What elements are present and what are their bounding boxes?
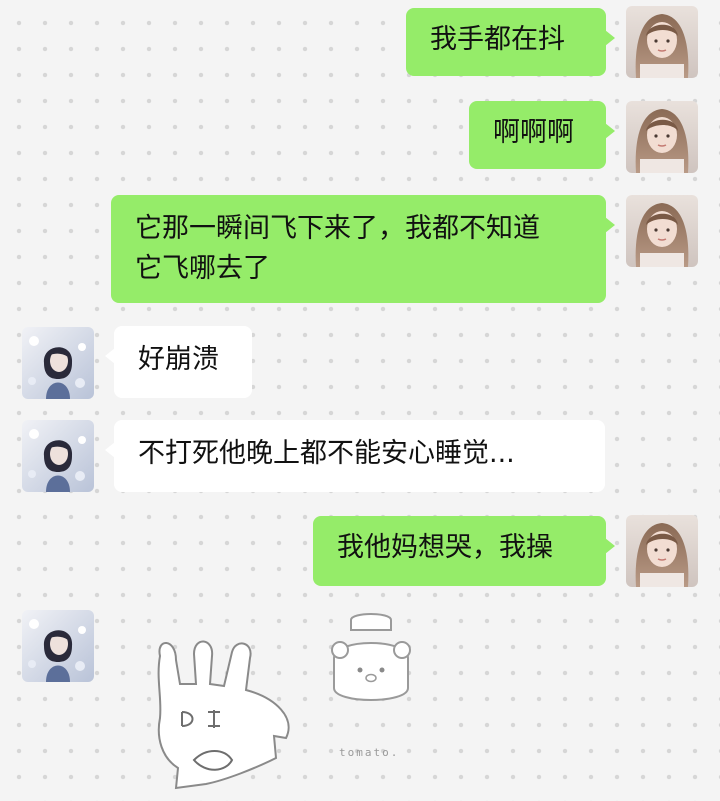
anime-character-avatar-icon	[22, 327, 94, 399]
my-avatar[interactable]	[626, 6, 698, 78]
message-bubble-outgoing[interactable]: 它那一瞬间飞下来了，我都不知道 它飞哪去了	[111, 195, 615, 303]
message-bubble-incoming[interactable]: 好崩溃	[105, 326, 252, 398]
girl-photo-avatar-icon	[626, 6, 698, 78]
my-avatar[interactable]	[626, 515, 698, 587]
message-text-line: 它那一瞬间飞下来了，我都不知道	[135, 213, 540, 244]
girl-photo-avatar-icon	[626, 101, 698, 173]
sticker-caption: tomato.	[339, 746, 400, 759]
message-text: 啊啊啊	[493, 117, 574, 148]
my-avatar[interactable]	[626, 195, 698, 267]
rabbit-and-bear-sticker-icon[interactable]	[136, 608, 436, 798]
girl-photo-avatar-icon	[626, 515, 698, 587]
message-text: 我他妈想哭，我操	[337, 532, 553, 563]
contact-avatar[interactable]	[22, 420, 94, 492]
anime-character-avatar-icon	[22, 420, 94, 492]
contact-avatar[interactable]	[22, 610, 94, 682]
my-avatar[interactable]	[626, 101, 698, 173]
message-text-line: 它飞哪去了	[135, 253, 270, 284]
anime-character-avatar-icon	[22, 610, 94, 682]
contact-avatar[interactable]	[22, 327, 94, 399]
message-text: 好崩溃	[138, 344, 219, 375]
message-bubble-outgoing[interactable]: 啊啊啊	[469, 101, 615, 169]
girl-photo-avatar-icon	[626, 195, 698, 267]
message-text: 不打死他晚上都不能安心睡觉...	[138, 438, 515, 469]
message-bubble-incoming[interactable]: 不打死他晚上都不能安心睡觉...	[105, 420, 605, 492]
message-bubble-outgoing[interactable]: 我他妈想哭，我操	[313, 516, 615, 586]
message-text: 我手都在抖	[430, 24, 565, 55]
message-bubble-outgoing[interactable]: 我手都在抖	[406, 8, 615, 76]
